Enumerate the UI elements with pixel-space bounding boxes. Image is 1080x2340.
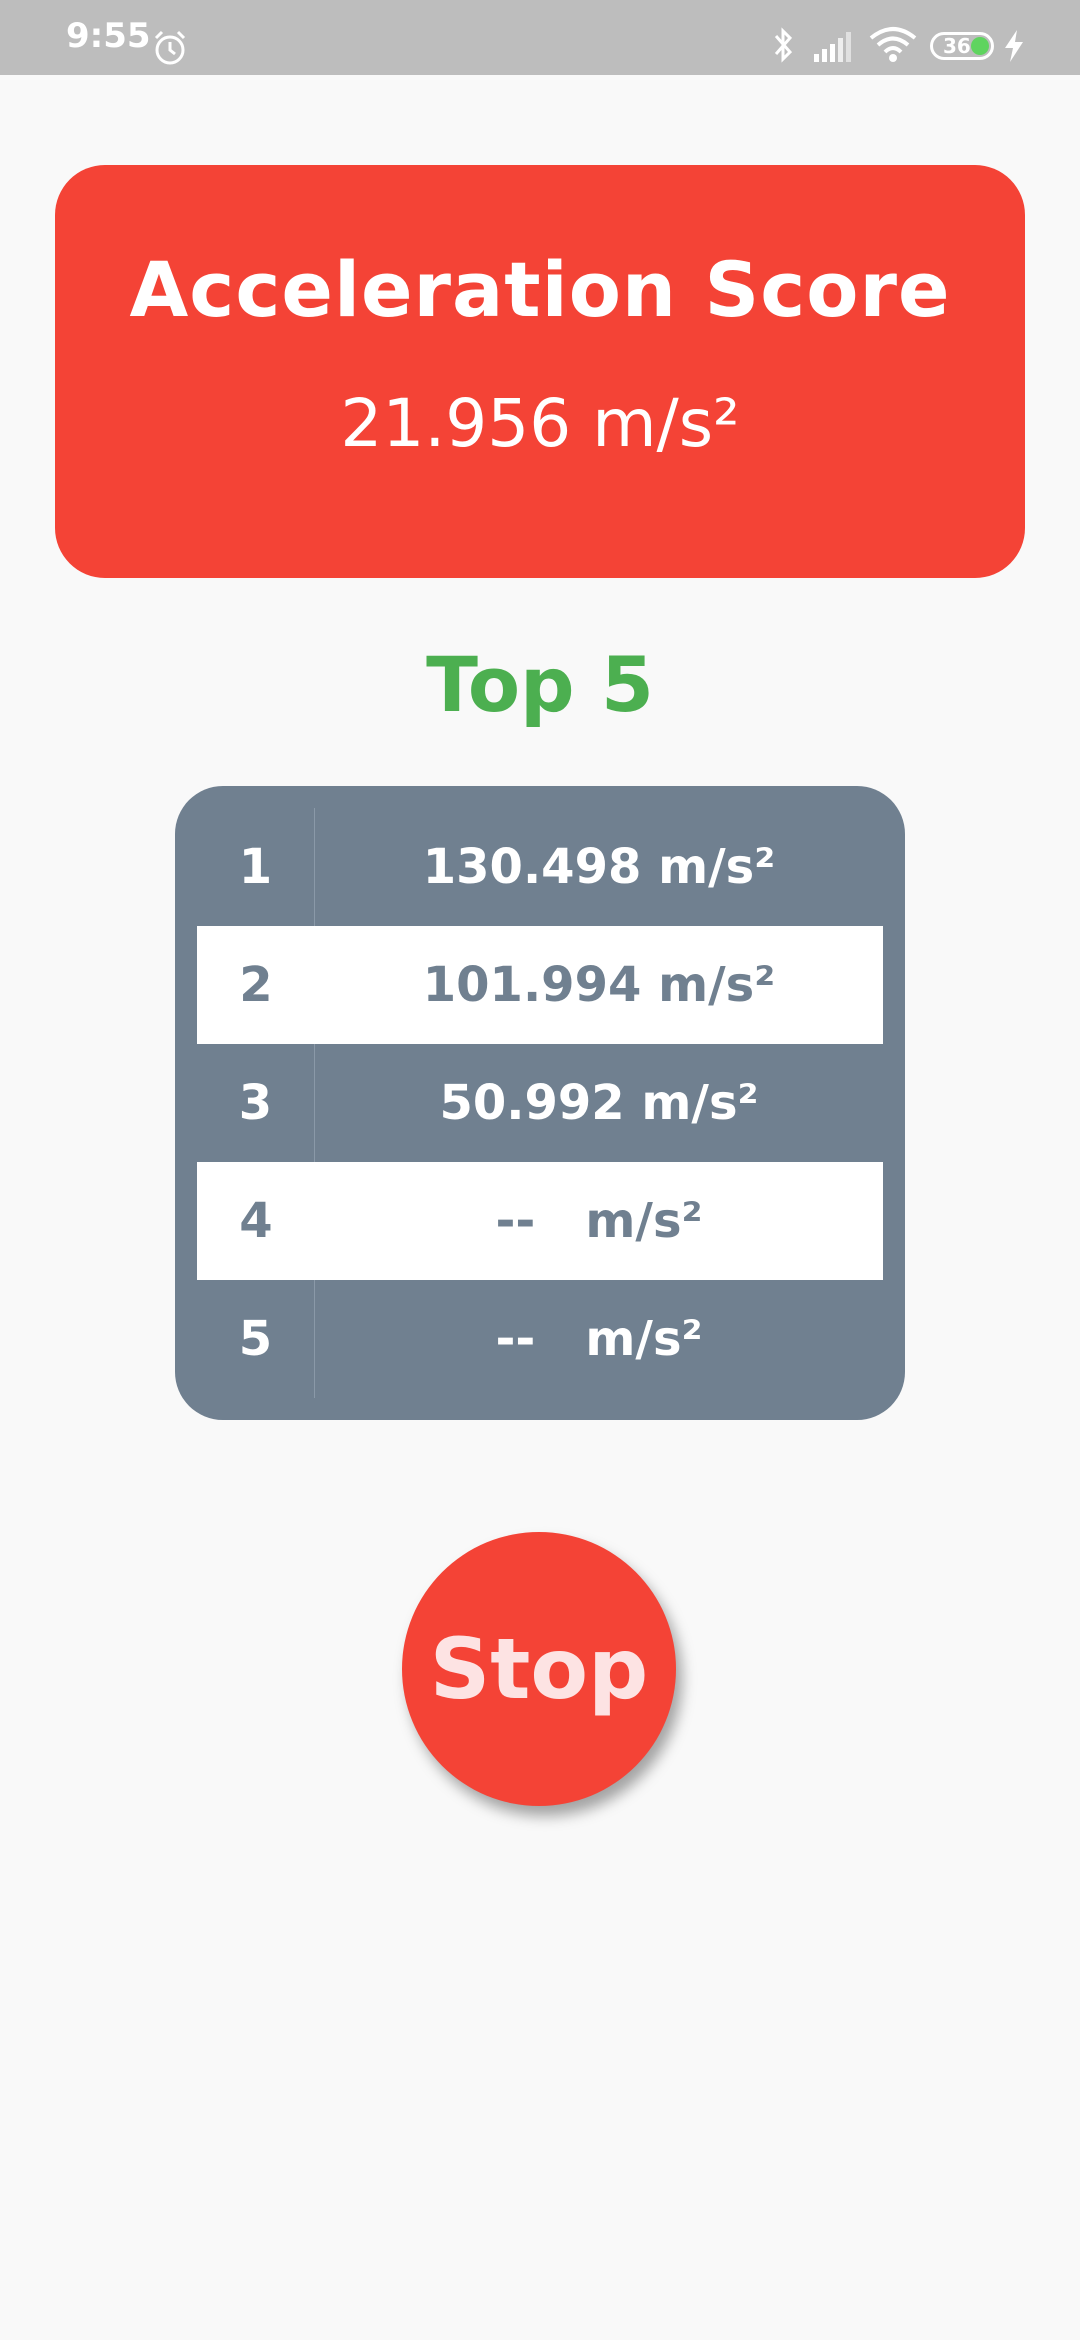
battery-icon: 36 [930,32,994,60]
signal-icon [814,32,851,62]
rank-cell: 1 [197,808,315,926]
acceleration-score-card: Acceleration Score 21.956 m/s² [55,165,1025,578]
score-cell: 130.498 m/s² [422,839,776,895]
table-row: 2 101.994 m/s² [197,926,883,1044]
status-time: 9:55 [66,16,151,56]
wifi-icon [869,27,917,62]
table-row: 3 50.992 m/s² [197,1044,883,1162]
rank-cell: 3 [197,1044,315,1162]
status-bar: 9:55 36 [0,0,1080,75]
stop-button-label: Stop [429,1620,649,1718]
alarm-icon [154,30,186,65]
score-cell: -- m/s² [495,1193,703,1249]
battery-fill [971,37,989,55]
top5-table: 1 130.498 m/s² 2 101.994 m/s² 3 50.992 m… [175,786,905,1420]
table-row: 1 130.498 m/s² [197,808,883,926]
score-value: 21.956 m/s² [340,385,740,462]
table-row: 4 -- m/s² [197,1162,883,1280]
bluetooth-icon [774,27,793,63]
score-cell: -- m/s² [495,1311,703,1367]
score-cell: 101.994 m/s² [422,957,776,1013]
table-row: 5 -- m/s² [197,1280,883,1398]
rank-cell: 2 [239,957,273,1013]
score-cell: 50.992 m/s² [439,1075,759,1131]
score-title: Acceleration Score [129,245,951,334]
rank-cell: 5 [197,1280,315,1398]
battery-level: 36 [943,34,971,58]
stop-button[interactable]: Stop [402,1532,676,1806]
rank-cell: 4 [239,1193,273,1249]
top5-title: Top 5 [426,640,654,729]
charging-bolt-icon [1005,30,1023,62]
